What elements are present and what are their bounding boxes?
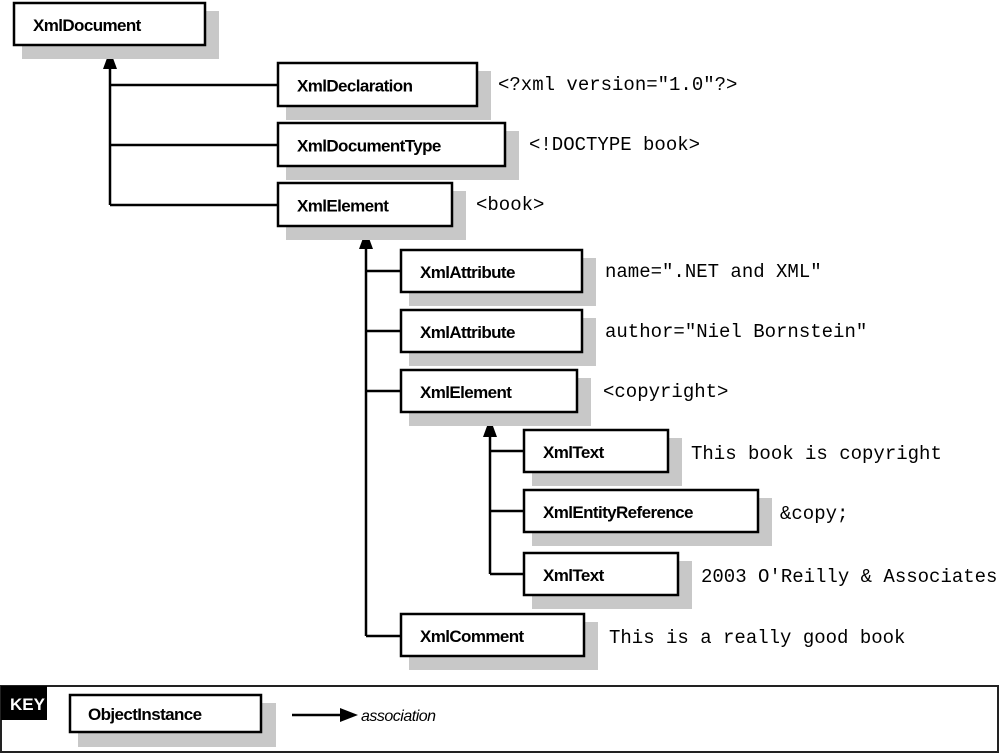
- node-label: XmlDeclaration: [297, 77, 413, 96]
- node-entity: XmlEntityReference &copy;: [522, 488, 848, 546]
- xml-source: <book>: [476, 194, 544, 216]
- node-label: XmlDocument: [33, 16, 142, 35]
- key-legend: KEY ObjectInstance association: [0, 685, 999, 753]
- key-object-instance: ObjectInstance: [88, 705, 202, 724]
- xml-dom-diagram: XmlDocument XmlDeclaration <?xml version="…: [0, 1, 999, 753]
- node-label: XmlComment: [420, 627, 525, 646]
- key-association: association: [361, 708, 436, 725]
- node-copyright: XmlElement <copyright>: [399, 368, 728, 426]
- node-text2: XmlText 2003 O'Reilly & Associates: [522, 551, 997, 609]
- node-label: XmlAttribute: [420, 263, 515, 282]
- node-text1: XmlText This book is copyright: [522, 428, 942, 486]
- xml-source: 2003 O'Reilly & Associates: [701, 566, 997, 588]
- node-label: XmlText: [543, 443, 605, 462]
- xml-source: <!DOCTYPE book>: [529, 134, 700, 156]
- xml-source: This book is copyright: [691, 443, 942, 465]
- node-decl: XmlDeclaration <?xml version="1.0"?>: [276, 61, 737, 120]
- node-label: XmlElement: [297, 197, 389, 216]
- node-label: XmlElement: [420, 383, 512, 402]
- node-doc: XmlDocument: [12, 1, 219, 59]
- node-label: XmlDocumentType: [297, 137, 441, 156]
- node-doctype: XmlDocumentType <!DOCTYPE book>: [276, 121, 700, 180]
- node-book: XmlElement <book>: [276, 181, 544, 240]
- xml-source: <copyright>: [603, 381, 728, 403]
- node-label: XmlText: [543, 566, 605, 585]
- xml-source: name=".NET and XML": [605, 261, 822, 283]
- key-title: KEY: [10, 695, 46, 714]
- node-label: XmlEntityReference: [543, 503, 693, 522]
- node-comment: XmlComment This is a really good book: [399, 612, 905, 670]
- connectors-level2: [359, 230, 401, 638]
- xml-source: <?xml version="1.0"?>: [498, 74, 737, 96]
- connectors-level1: [103, 50, 278, 207]
- node-attr2: XmlAttribute author="Niel Bornstein": [399, 308, 867, 366]
- xml-source: author="Niel Bornstein": [605, 321, 867, 343]
- xml-source: This is a really good book: [609, 627, 905, 649]
- xml-source: &copy;: [780, 503, 848, 525]
- node-label: XmlAttribute: [420, 323, 515, 342]
- connectors-level3: [483, 418, 524, 576]
- node-attr1: XmlAttribute name=".NET and XML": [399, 248, 822, 306]
